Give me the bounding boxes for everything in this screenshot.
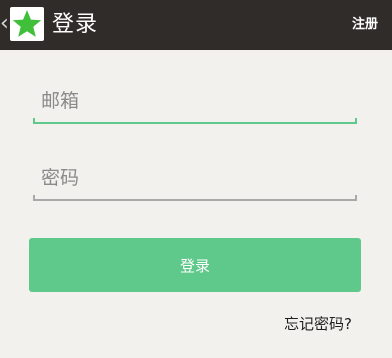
top-bar: ‹ 登录 注册 xyxy=(0,0,392,50)
email-underline xyxy=(33,118,357,124)
email-input[interactable] xyxy=(33,84,357,118)
forgot-password-link[interactable]: 忘记密码? xyxy=(284,314,352,334)
star-logo-icon xyxy=(12,10,42,37)
app-logo xyxy=(10,7,44,41)
login-button[interactable]: 登录 xyxy=(29,238,361,292)
chevron-left-icon: ‹ xyxy=(0,11,9,36)
password-field[interactable] xyxy=(33,161,357,201)
register-link[interactable]: 注册 xyxy=(352,16,378,34)
page-title: 登录 xyxy=(52,12,99,37)
password-underline xyxy=(33,195,357,201)
password-input[interactable] xyxy=(33,161,357,195)
email-field[interactable] xyxy=(33,84,357,124)
